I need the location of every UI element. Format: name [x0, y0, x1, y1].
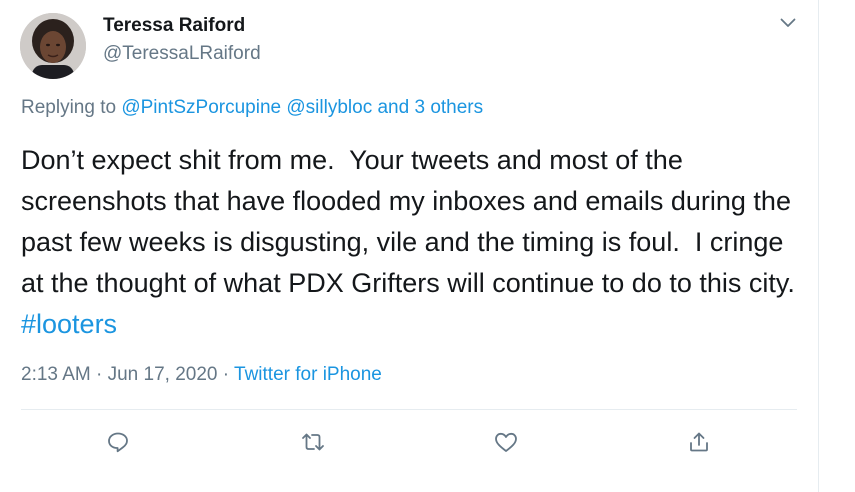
avatar[interactable]: [20, 13, 86, 79]
reply-icon: [108, 432, 128, 453]
like-button[interactable]: [491, 427, 521, 457]
replying-connector: and: [372, 97, 415, 118]
mention-link[interactable]: @sillybloc: [286, 97, 372, 118]
column-border: [818, 0, 819, 492]
tweet-body: Don’t expect shit from me. Your tweets a…: [21, 145, 810, 298]
tweet-source-link[interactable]: Twitter for iPhone: [234, 364, 382, 385]
author-handle[interactable]: @TeressaLRaiford: [103, 43, 261, 65]
tweet-text: Don’t expect shit from me. Your tweets a…: [21, 140, 811, 345]
avatar-image: [20, 13, 86, 79]
share-button[interactable]: [684, 427, 714, 457]
divider: [21, 409, 797, 410]
share-icon: [690, 432, 708, 452]
tweet-time[interactable]: 2:13 AM: [21, 364, 91, 385]
hashtag-link[interactable]: #looters: [21, 309, 117, 339]
chevron-down-icon: [780, 18, 796, 27]
reply-button[interactable]: [103, 427, 133, 457]
retweet-icon: [302, 433, 324, 451]
author-name[interactable]: Teressa Raiford: [103, 15, 245, 37]
tweet-meta: 2:13 AM · Jun 17, 2020 · Twitter for iPh…: [21, 364, 382, 386]
mention-link[interactable]: @PintSzPorcupine: [121, 97, 281, 118]
replying-to: Replying to @PintSzPorcupine @sillybloc …: [21, 97, 483, 119]
meta-separator: ·: [90, 364, 108, 385]
more-options-button[interactable]: [774, 10, 802, 36]
tweet-date[interactable]: Jun 17, 2020: [108, 364, 218, 385]
others-link[interactable]: 3 others: [414, 97, 483, 118]
meta-separator: ·: [217, 364, 235, 385]
like-icon: [495, 432, 517, 452]
replying-to-label: Replying to: [21, 97, 122, 118]
retweet-button[interactable]: [298, 427, 328, 457]
